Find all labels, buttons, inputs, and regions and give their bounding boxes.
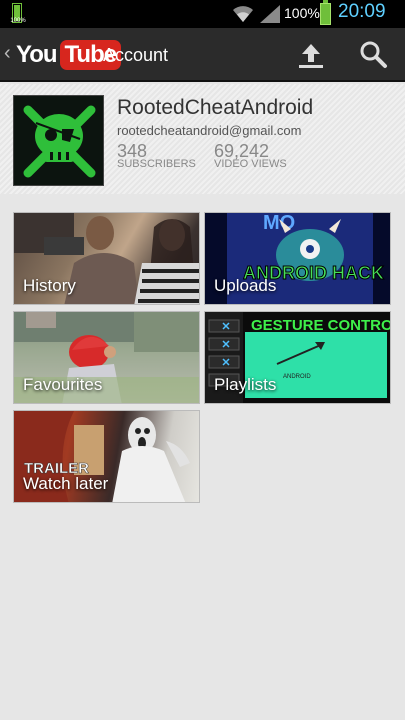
playlists-thumb-text: GESTURE CONTROL bbox=[251, 317, 391, 334]
playlists-thumb-sub-text: ANDROID bbox=[283, 374, 311, 380]
battery-percent: 100% bbox=[284, 5, 320, 21]
favourites-label: Favourites bbox=[23, 375, 103, 394]
search-icon[interactable] bbox=[357, 38, 389, 70]
skull-android-icon bbox=[14, 96, 103, 185]
page-title: Account bbox=[103, 45, 169, 65]
notification-battery-text: 100% bbox=[10, 18, 26, 24]
notification-battery-icon: 100% bbox=[10, 3, 26, 24]
signal-icon bbox=[260, 5, 280, 23]
status-bar: 100% 100% 20:09 bbox=[0, 0, 405, 28]
profile-header: RootedCheatAndroid rootedcheatandroid@gm… bbox=[0, 84, 405, 194]
action-bar: ‹ You Tube Account bbox=[0, 28, 405, 82]
history-label: History bbox=[23, 276, 76, 295]
wifi-icon bbox=[233, 6, 253, 22]
favourites-tile[interactable]: Favourites bbox=[13, 311, 200, 404]
clock: 20:09 bbox=[338, 1, 386, 22]
back-chevron-icon[interactable]: ‹ bbox=[4, 43, 11, 63]
email: rootedcheatandroid@gmail.com bbox=[117, 123, 302, 138]
views-label: VIDEO VIEWS bbox=[214, 158, 287, 170]
uploads-thumb-top-text: MO bbox=[263, 213, 295, 234]
subscribers-label: SUBSCRIBERS bbox=[117, 158, 196, 170]
uploads-label: Uploads bbox=[214, 276, 277, 295]
username: RootedCheatAndroid bbox=[117, 96, 314, 119]
uploads-tile[interactable]: MO ANDROID HACK Uploads bbox=[204, 212, 391, 305]
watch-later-tile[interactable]: TRAILER Watch later bbox=[13, 410, 200, 503]
playlists-tile[interactable]: GESTURE CONTROL ANDROID Playlists bbox=[204, 311, 391, 404]
playlists-label: Playlists bbox=[214, 375, 277, 394]
upload-icon[interactable] bbox=[295, 40, 327, 72]
history-tile[interactable]: History bbox=[13, 212, 200, 305]
logo-you-text: You bbox=[16, 41, 58, 68]
avatar[interactable] bbox=[13, 95, 104, 186]
watch-later-label: Watch later bbox=[23, 474, 109, 493]
battery-icon bbox=[320, 0, 331, 25]
